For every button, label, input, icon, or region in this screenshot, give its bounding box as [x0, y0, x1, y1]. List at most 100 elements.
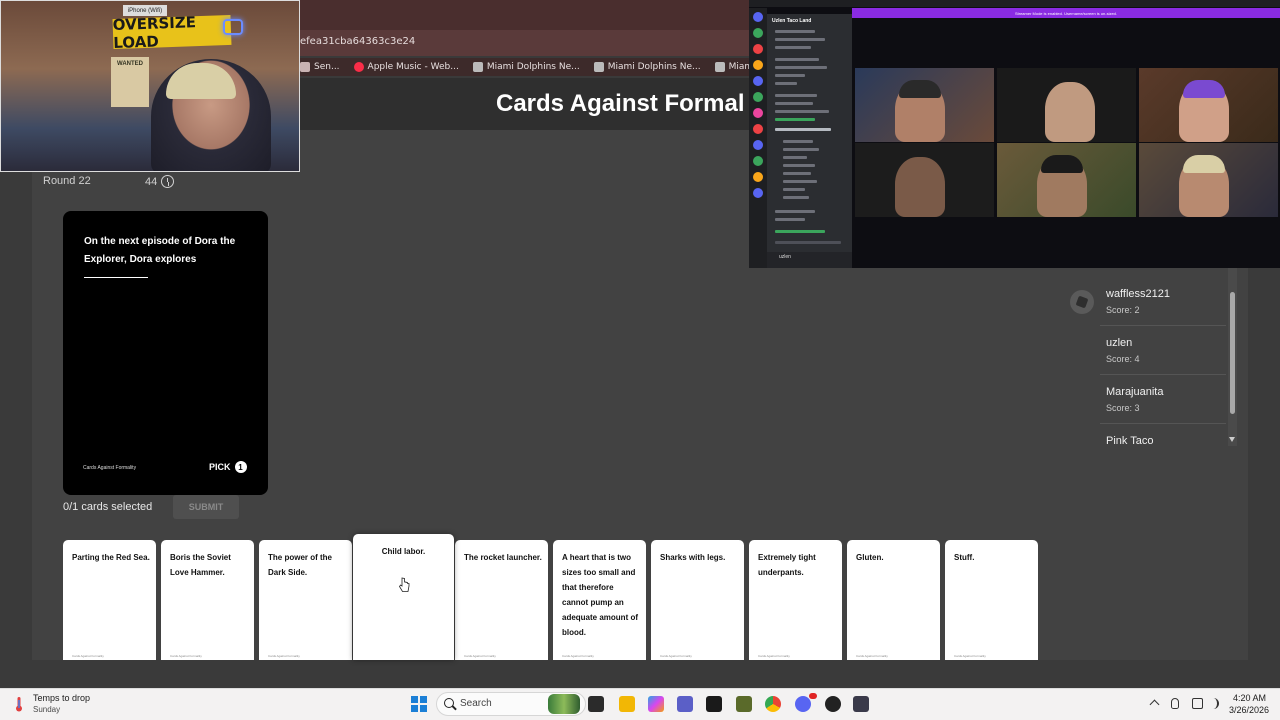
- white-card[interactable]: A heart that is two sizes too small and …: [553, 540, 646, 660]
- video-tile[interactable]: [855, 143, 994, 217]
- channel-item[interactable]: [775, 30, 815, 33]
- display-icon[interactable]: [1192, 698, 1203, 709]
- channel-item[interactable]: [775, 110, 829, 113]
- discord-server-name[interactable]: Uzlen Taco Land: [772, 18, 811, 24]
- participant-video: [895, 157, 945, 217]
- task-view-icon[interactable]: [588, 696, 604, 712]
- black-card-prompt: On the next episode of Dora the Explorer…: [84, 236, 236, 265]
- bookmark-label: Apple Music - Web...: [367, 62, 459, 72]
- pick-label: PICK: [209, 462, 231, 472]
- player-list: waffless2121 Score: 2 uzlen Score: 4 Mar…: [1070, 268, 1240, 446]
- video-tile[interactable]: [997, 143, 1136, 217]
- server-icon[interactable]: [753, 92, 763, 102]
- copilot-icon[interactable]: [648, 696, 664, 712]
- scroll-down-arrow-icon[interactable]: [1229, 437, 1235, 442]
- channel-item[interactable]: [775, 82, 797, 85]
- bookmark-item[interactable]: Miami Dolphins Ne...: [472, 62, 580, 72]
- server-icon[interactable]: [753, 60, 763, 70]
- thermometer-icon[interactable]: [14, 696, 24, 712]
- discord-icon[interactable]: [795, 696, 811, 712]
- channel-item[interactable]: [775, 74, 805, 77]
- server-icon[interactable]: [753, 28, 763, 38]
- white-card[interactable]: Boris the Soviet Love Hammer. Cards Agai…: [161, 540, 254, 660]
- channel-item[interactable]: [775, 102, 813, 105]
- channel-item[interactable]: [775, 66, 827, 69]
- weather-widget-title[interactable]: Temps to drop: [33, 693, 90, 703]
- channel-item[interactable]: [775, 38, 825, 41]
- pinned-app-icon[interactable]: [853, 696, 869, 712]
- voice-member[interactable]: [783, 188, 805, 191]
- white-card[interactable]: The rocket launcher. Cards Against Forma…: [455, 540, 548, 660]
- taskbar-clock-time[interactable]: 4:20 AM: [1233, 693, 1266, 703]
- player-score: Score: 4: [1106, 354, 1140, 364]
- white-card-hovered[interactable]: Child labor.: [353, 534, 454, 660]
- channel-item[interactable]: [775, 94, 817, 97]
- channel-item[interactable]: [775, 210, 815, 213]
- participant-hat: [1041, 155, 1083, 173]
- server-icon[interactable]: [753, 140, 763, 150]
- voice-member[interactable]: [783, 172, 811, 175]
- server-icon[interactable]: [753, 108, 763, 118]
- neon-sign-icon: [223, 19, 243, 35]
- speaker-icon[interactable]: [1208, 698, 1219, 709]
- search-highlight-image[interactable]: [548, 694, 580, 714]
- voice-member[interactable]: [783, 140, 813, 143]
- voice-member[interactable]: [783, 156, 807, 159]
- chrome-icon[interactable]: [765, 696, 781, 712]
- obs-icon[interactable]: [825, 696, 841, 712]
- white-card[interactable]: The power of the Dark Side. Cards Agains…: [259, 540, 352, 660]
- video-tile[interactable]: [1139, 143, 1278, 217]
- file-explorer-icon[interactable]: [619, 696, 635, 712]
- server-icon[interactable]: [753, 12, 763, 22]
- discord-overlay: Streamer Mode is enabled. Username/scree…: [749, 0, 1280, 268]
- capcut-icon[interactable]: [706, 696, 722, 712]
- server-icon[interactable]: [753, 188, 763, 198]
- server-icon[interactable]: [753, 44, 763, 54]
- notification-badge: [809, 693, 817, 699]
- server-icon[interactable]: [753, 172, 763, 182]
- channel-item[interactable]: [775, 218, 805, 221]
- microphone-icon[interactable]: [1171, 698, 1179, 709]
- taskbar: [0, 688, 1280, 720]
- channel-item[interactable]: [775, 118, 815, 121]
- white-card[interactable]: Gluten. Cards Against Formality: [847, 540, 940, 660]
- bookmarks-bar: Sen... Apple Music - Web... Miami Dolphi…: [290, 58, 821, 76]
- white-card[interactable]: Parting the Red Sea. Cards Against Forma…: [63, 540, 156, 660]
- white-card-text: The rocket launcher.: [464, 553, 542, 562]
- channel-item[interactable]: [775, 58, 819, 61]
- voice-channel-active[interactable]: [775, 128, 831, 131]
- voice-controls[interactable]: [775, 241, 841, 244]
- black-card-blank: [84, 277, 148, 278]
- white-card-brand: Cards Against Formality: [170, 654, 202, 658]
- voice-member[interactable]: [783, 148, 819, 151]
- bookmark-item[interactable]: Sen...: [300, 62, 340, 72]
- bookmark-item[interactable]: Miami Dolphins Ne...: [593, 62, 701, 72]
- voice-connected-status: [775, 230, 825, 233]
- weather-widget-subtitle: Sunday: [33, 705, 61, 714]
- bookmark-item[interactable]: Apple Music - Web...: [353, 62, 459, 72]
- game-app-icon[interactable]: [736, 696, 752, 712]
- teams-icon[interactable]: [677, 696, 693, 712]
- white-card[interactable]: Sharks with legs. Cards Against Formalit…: [651, 540, 744, 660]
- voice-member[interactable]: [783, 180, 817, 183]
- submit-button[interactable]: SUBMIT: [173, 495, 239, 519]
- channel-item[interactable]: [775, 46, 811, 49]
- windows-start-icon[interactable]: [411, 696, 427, 712]
- server-icon[interactable]: [753, 76, 763, 86]
- voice-member[interactable]: [783, 164, 815, 167]
- white-card-brand: Cards Against Formality: [464, 654, 496, 658]
- scrollbar-thumb[interactable]: [1230, 292, 1235, 414]
- white-card[interactable]: Stuff. Cards Against Formality: [945, 540, 1038, 660]
- round-timer: 44: [145, 175, 175, 188]
- server-icon[interactable]: [753, 124, 763, 134]
- video-tile[interactable]: [855, 68, 994, 142]
- taskbar-clock-date[interactable]: 3/26/2026: [1229, 705, 1269, 715]
- white-card[interactable]: Extremely tight underpants. Cards Agains…: [749, 540, 842, 660]
- server-icon[interactable]: [753, 156, 763, 166]
- video-tile[interactable]: [997, 68, 1136, 142]
- white-card-text: Sharks with legs.: [660, 553, 726, 562]
- page-title: Cards Against Formal: [496, 90, 745, 117]
- video-tile[interactable]: [1139, 68, 1278, 142]
- voice-member[interactable]: [783, 196, 809, 199]
- white-card-brand: Cards Against Formality: [856, 654, 888, 658]
